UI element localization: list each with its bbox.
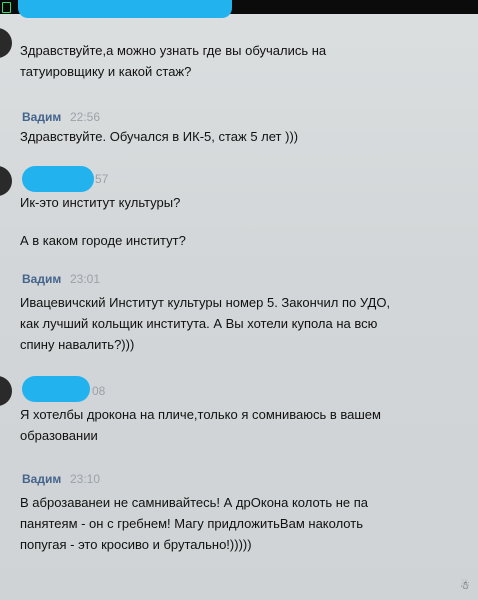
message-line: попугая - это кросиво и брутально!))))) [20, 537, 252, 552]
message-line: образовании [20, 428, 98, 443]
message-line: как лучший кольщик института. А Вы хотел… [20, 316, 378, 331]
avatar [0, 166, 12, 196]
message-line: Ик-это институт культуры? [20, 195, 181, 210]
message-time: 08 [92, 384, 106, 398]
message-line: татуировщику и какой стаж? [20, 64, 192, 79]
author-name[interactable]: Вадим [22, 110, 61, 124]
message-line: Здравствуйте. Обучался в ИК-5, стаж 5 ле… [20, 129, 299, 144]
author-name[interactable]: Вадим [22, 272, 61, 286]
chat-screenshot: Здравствуйте,а можно узнать где вы обуча… [0, 0, 478, 600]
message-line: Ивацевичский Институт культуры номер 5. … [20, 295, 391, 310]
battery-icon [2, 2, 11, 13]
message-line: В аброзаванеи не самнивайтесь! А дрОкона… [20, 495, 369, 510]
message-line: Я хотелбы дрокона на пличе,только я сомн… [20, 407, 381, 422]
author-name[interactable]: Вадим [22, 472, 61, 486]
message-time: 22:56 [70, 110, 101, 124]
message-time: 23:10 [70, 472, 101, 486]
redaction-bar [22, 376, 90, 402]
avatar [0, 376, 12, 406]
redaction-bar [18, 0, 232, 18]
message-line: панятеям - он с гребнем! Магу придложить… [20, 516, 363, 531]
redaction-bar [22, 166, 94, 192]
message-line: Здравствуйте,а можно узнать где вы обуча… [20, 43, 327, 58]
message-time: 23:01 [70, 272, 101, 286]
message-time: 57 [95, 172, 109, 186]
message-line: А в каком городе институт? [20, 233, 186, 248]
avatar [0, 28, 12, 58]
watermark-icon: ☃ [460, 580, 470, 592]
message-line: спину навалить?))) [20, 337, 135, 352]
